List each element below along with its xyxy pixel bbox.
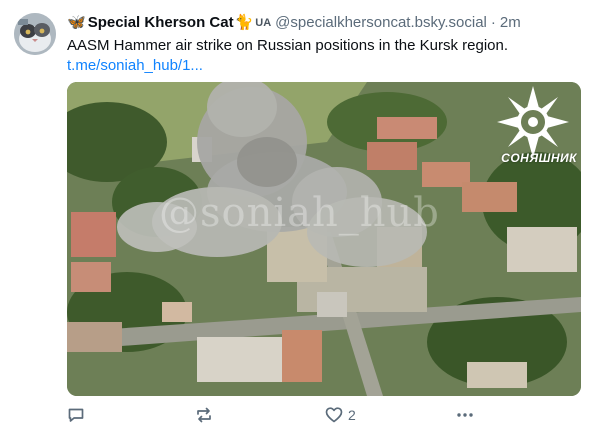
watermark-text: @soniah_hub [159,190,440,236]
cat-emoji: 🐈 [234,14,254,31]
avatar[interactable] [14,13,56,55]
reply-button[interactable] [67,404,85,426]
post-link[interactable]: t.me/soniah_hub/1... [67,56,203,76]
flag-label: UA [255,17,272,29]
more-options-button[interactable] [455,404,475,426]
like-count: 2 [348,407,356,423]
author-handle[interactable]: @specialkhersoncat.bsky.social [275,13,487,33]
separator-dot: · [490,14,496,31]
post-time[interactable]: 2m [500,13,521,33]
avatar-image [14,13,56,55]
post-header: 🦋 Special Kherson Cat 🐈 UA @specialkhers… [67,13,585,33]
author-name[interactable]: Special Kherson Cat [88,13,234,33]
post-text: AASM Hammer air strike on Russian positi… [67,37,509,54]
more-icon [457,413,473,417]
butterfly-emoji: 🦋 [67,14,86,31]
heart-icon [325,407,343,423]
repost-icon [197,407,211,423]
like-button[interactable]: 2 [325,404,356,426]
repost-button[interactable] [195,404,213,426]
post-media-image[interactable]: @soniah_hub СОНЯШНИК [67,82,581,396]
logo-label: СОНЯШНИК [501,151,577,165]
reply-icon [68,408,84,422]
post: 🦋 Special Kherson Cat 🐈 UA @specialkhers… [0,0,593,435]
post-actions: 2 [67,404,487,426]
